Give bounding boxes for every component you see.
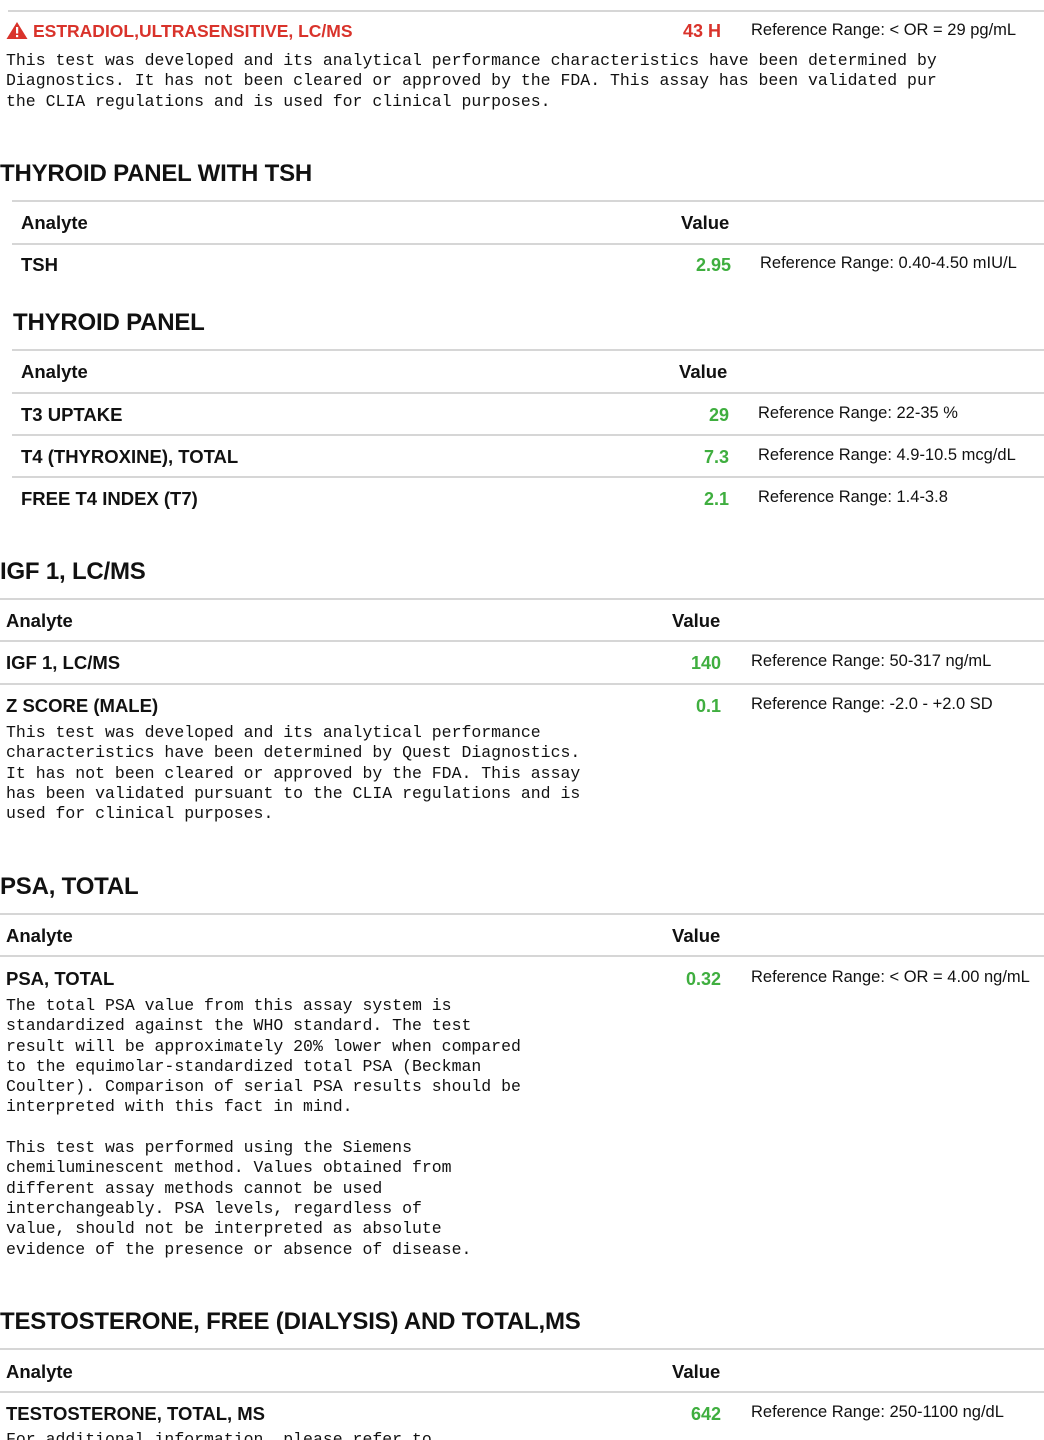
divider	[12, 434, 1044, 436]
column-header-value: Value	[672, 925, 721, 946]
section-title-thyroid-tsh: THYROID PANEL WITH TSH	[0, 160, 313, 187]
divider	[12, 476, 1044, 478]
estradiol-reference: Reference Range: < OR = 29 pg/mL	[751, 21, 1017, 39]
divider	[0, 913, 1044, 915]
column-header-analyte: Analyte	[21, 361, 88, 382]
divider	[12, 392, 1044, 394]
divider	[12, 200, 1044, 202]
estradiol-note: This test was developed and its analytic…	[6, 51, 937, 111]
column-header-value: Value	[679, 361, 728, 382]
value-t3-uptake: 29	[708, 405, 729, 425]
divider	[8, 10, 1044, 12]
value-tsh: 2.95	[695, 255, 731, 275]
reference-testosterone-total: Reference Range: 250-1100 ng/dL	[751, 1403, 1004, 1421]
value-free-t4-index: 2.1	[703, 489, 729, 509]
reference-free-t4-index: Reference Range: 1.4-3.8	[758, 488, 948, 506]
analyte-psa-total: PSA, TOTAL	[6, 968, 115, 989]
estradiol-analyte: ESTRADIOL,ULTRASENSITIVE, LC/MS	[33, 21, 353, 41]
column-header-analyte: Analyte	[21, 212, 88, 233]
column-header-value: Value	[672, 1361, 721, 1382]
reference-z-score: Reference Range: -2.0 - +2.0 SD	[751, 695, 993, 713]
analyte-tsh: TSH	[21, 254, 58, 275]
value-psa-total: 0.32	[685, 969, 721, 989]
divider	[0, 1348, 1044, 1350]
section-title-igf: IGF 1, LC/MS	[0, 558, 146, 585]
reference-t4-total: Reference Range: 4.9-10.5 mcg/dL	[758, 446, 1016, 464]
divider	[0, 598, 1044, 600]
z-score-note: This test was developed and its analytic…	[6, 723, 581, 824]
reference-igf1: Reference Range: 50-317 ng/mL	[751, 652, 992, 670]
column-header-analyte: Analyte	[6, 1361, 73, 1382]
divider	[0, 955, 1044, 957]
value-testosterone-total: 642	[690, 1404, 721, 1424]
section-title-thyroid: THYROID PANEL	[13, 309, 205, 336]
analyte-testosterone-total: TESTOSTERONE, TOTAL, MS	[6, 1403, 266, 1424]
analyte-free-t4-index: FREE T4 INDEX (T7)	[21, 488, 198, 509]
psa-note: The total PSA value from this assay syst…	[6, 996, 521, 1259]
value-t4-total: 7.3	[703, 447, 729, 467]
divider	[12, 349, 1044, 351]
analyte-t4-total: T4 (THYROXINE), TOTAL	[21, 446, 239, 467]
section-title-testosterone: TESTOSTERONE, FREE (DIALYSIS) AND TOTAL,…	[0, 1308, 581, 1335]
analyte-igf1: IGF 1, LC/MS	[6, 652, 121, 673]
column-header-analyte: Analyte	[6, 610, 73, 631]
divider	[0, 640, 1044, 642]
warning-icon	[6, 22, 28, 39]
divider	[0, 1391, 1044, 1393]
value-z-score: 0.1	[695, 696, 721, 716]
reference-psa-total: Reference Range: < OR = 4.00 ng/mL	[751, 968, 1030, 986]
reference-t3-uptake: Reference Range: 22-35 %	[758, 404, 958, 422]
estradiol-value: 43 H	[682, 21, 721, 41]
value-igf1: 140	[690, 653, 721, 673]
divider	[12, 243, 1044, 245]
reference-tsh: Reference Range: 0.40-4.50 mIU/L	[760, 254, 1017, 272]
testosterone-note: For additional information, please refer…	[6, 1430, 432, 1440]
column-header-value: Value	[672, 610, 721, 631]
section-title-psa: PSA, TOTAL	[0, 873, 139, 900]
analyte-t3-uptake: T3 UPTAKE	[21, 404, 123, 425]
column-header-analyte: Analyte	[6, 925, 73, 946]
divider	[0, 683, 1044, 685]
column-header-value: Value	[681, 212, 730, 233]
analyte-z-score: Z SCORE (MALE)	[6, 695, 159, 716]
